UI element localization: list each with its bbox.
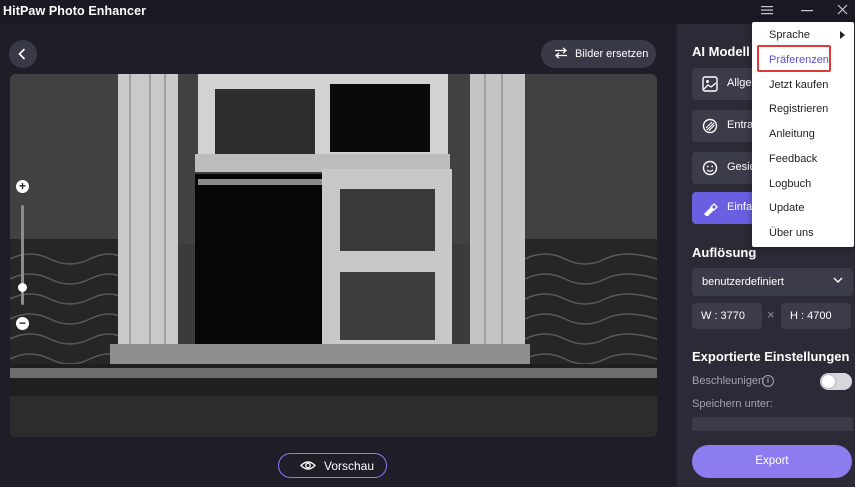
- menu-item-guide[interactable]: Anleitung: [769, 128, 815, 140]
- model-label: Entra: [727, 119, 754, 131]
- replace-images-label: Bilder ersetzen: [575, 48, 649, 60]
- menu-item-register[interactable]: Registrieren: [769, 103, 828, 115]
- zoom-out-button[interactable]: −: [16, 317, 29, 330]
- image-icon: [702, 76, 718, 92]
- preview-button[interactable]: Vorschau: [278, 453, 387, 478]
- replace-images-button[interactable]: Bilder ersetzen: [541, 40, 656, 68]
- model-label: Allge: [727, 77, 752, 89]
- width-value: W : 3770: [701, 310, 746, 322]
- toggle-knob: [822, 375, 835, 388]
- preview-label: Vorschau: [324, 459, 375, 473]
- menu-item-language[interactable]: Sprache: [769, 29, 810, 41]
- hamburger-icon[interactable]: [757, 2, 777, 20]
- ai-model-title: AI Modell: [692, 44, 750, 59]
- window-photo-image: [10, 74, 657, 437]
- save-location-field[interactable]: [692, 417, 853, 431]
- menu-item-preferences[interactable]: Präferenzen: [769, 54, 829, 66]
- export-label: Export: [755, 455, 789, 467]
- app-title: HitPaw Photo Enhancer: [3, 4, 147, 18]
- export-settings-title: Exportierte Einstellungen: [692, 349, 850, 364]
- colorize-icon: [704, 203, 718, 216]
- swap-arrows-icon: [555, 47, 567, 59]
- close-icon[interactable]: [832, 2, 852, 20]
- main-menu-dropdown: Sprache Präferenzen Jetzt kaufen Registr…: [752, 22, 854, 247]
- resolution-select-value: benutzerdefiniert: [702, 276, 784, 288]
- eye-icon: [300, 461, 316, 470]
- model-label: Gesic: [727, 161, 756, 173]
- menu-item-update[interactable]: Update: [769, 202, 804, 214]
- height-field[interactable]: H : 4700: [781, 303, 851, 329]
- back-button[interactable]: [9, 40, 37, 68]
- denoise-icon: [702, 118, 718, 134]
- dimension-separator: ×: [767, 307, 775, 322]
- submenu-arrow-icon: [840, 31, 845, 39]
- menu-item-feedback[interactable]: Feedback: [769, 153, 817, 165]
- height-value: H : 4700: [790, 310, 832, 322]
- resolution-select[interactable]: benutzerdefiniert: [692, 268, 853, 296]
- chevron-left-icon: [18, 48, 26, 60]
- minus-icon: −: [18, 316, 26, 330]
- chevron-down-icon: [833, 277, 843, 283]
- minimize-icon[interactable]: [797, 2, 817, 20]
- face-icon: [702, 160, 718, 176]
- export-button[interactable]: Export: [692, 445, 852, 478]
- accelerate-toggle[interactable]: [820, 373, 852, 390]
- resolution-title: Auflösung: [692, 245, 757, 260]
- save-location-label: Speichern unter:: [692, 398, 773, 410]
- info-icon[interactable]: i: [762, 375, 774, 387]
- model-label: Einfa: [727, 201, 753, 213]
- width-field[interactable]: W : 3770: [692, 303, 762, 329]
- plus-icon: +: [18, 179, 26, 193]
- accelerate-label: Beschleunigen: [692, 375, 765, 387]
- zoom-slider-handle[interactable]: [18, 283, 27, 292]
- menu-item-about[interactable]: Über uns: [769, 227, 814, 239]
- menu-item-buy-now[interactable]: Jetzt kaufen: [769, 79, 828, 91]
- photo-preview[interactable]: [10, 74, 657, 437]
- title-bar: HitPaw Photo Enhancer: [0, 0, 855, 24]
- zoom-in-button[interactable]: +: [16, 180, 29, 193]
- menu-item-log[interactable]: Logbuch: [769, 178, 811, 190]
